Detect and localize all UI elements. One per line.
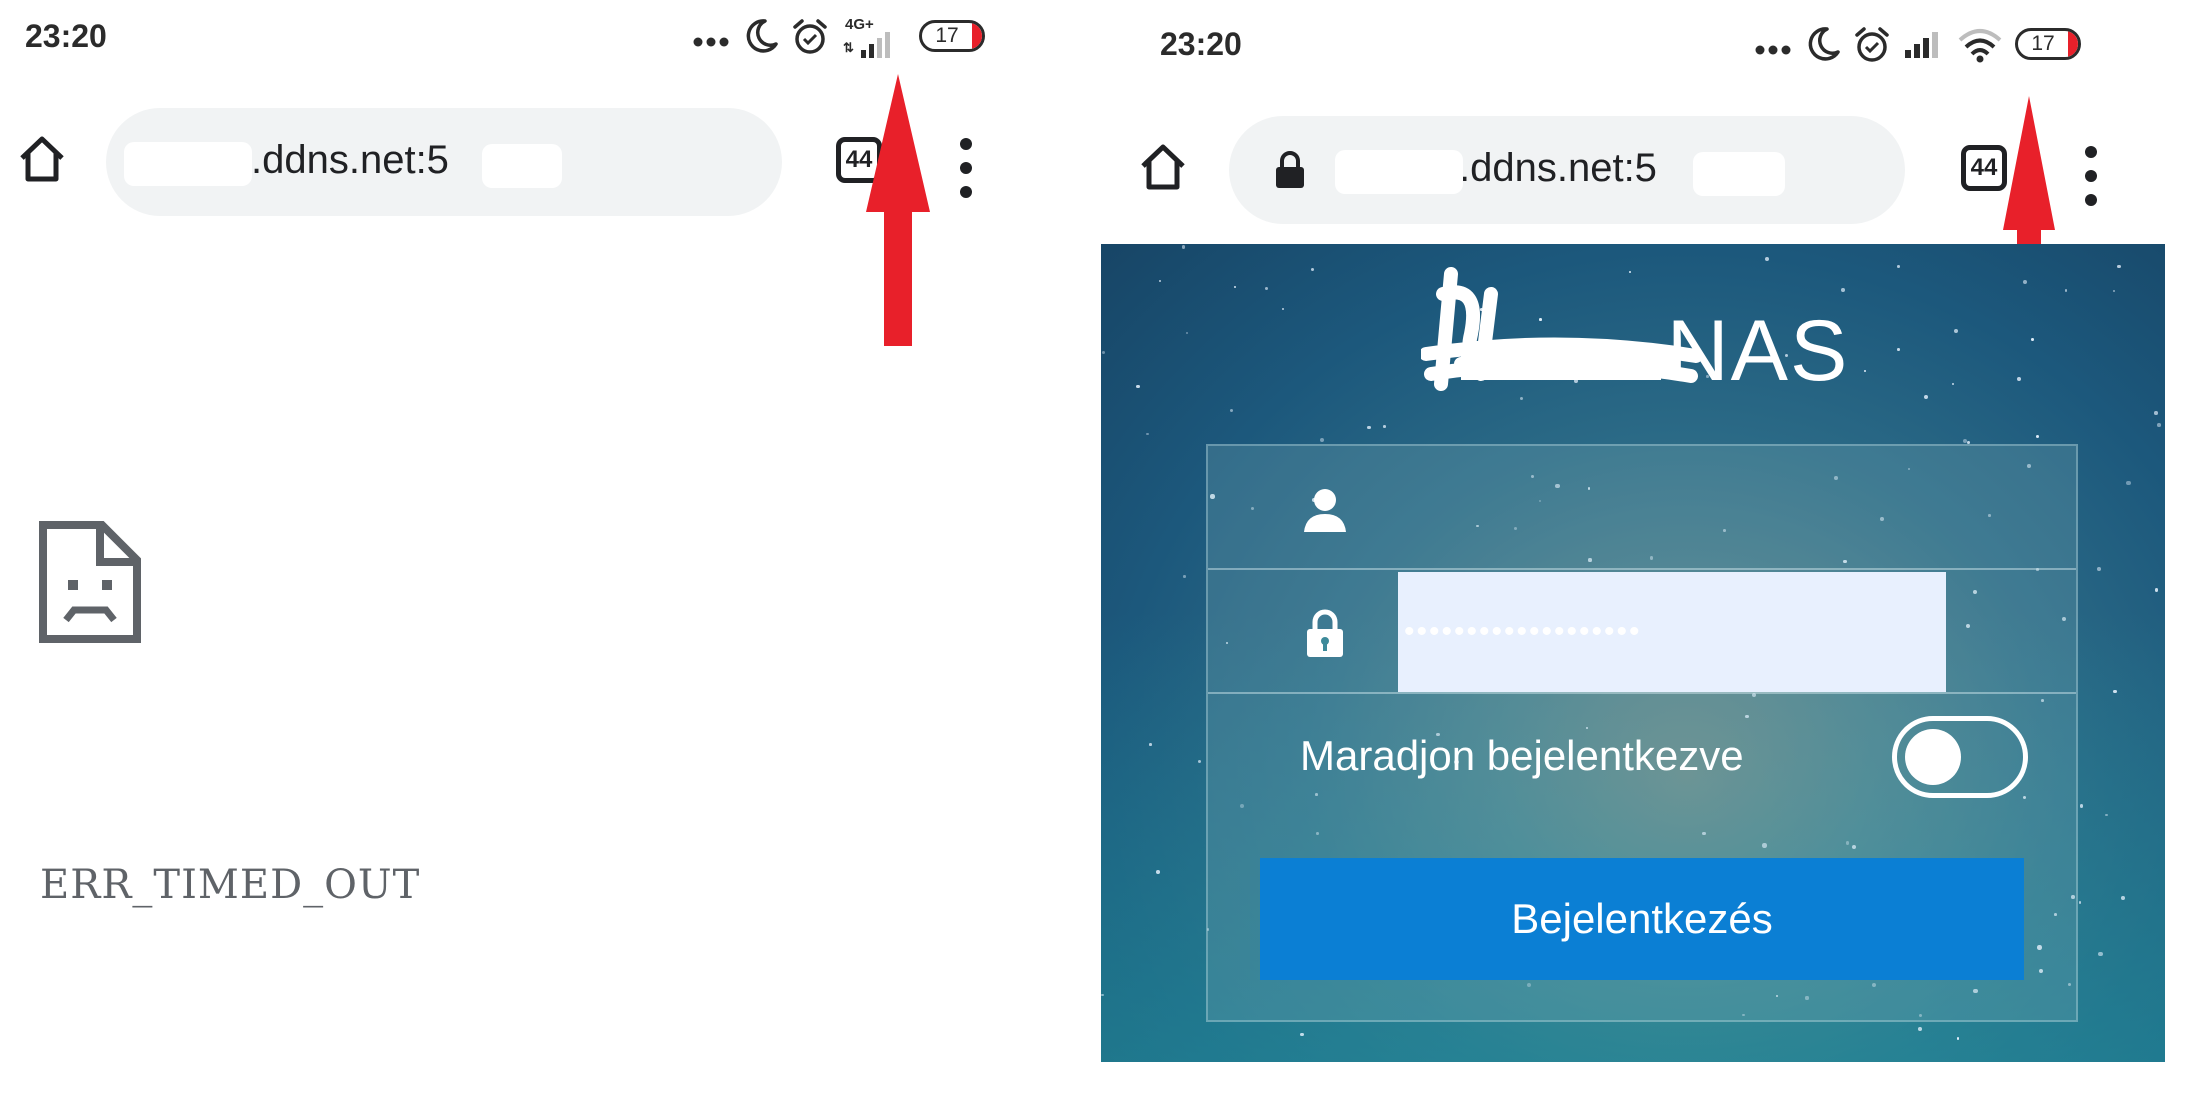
cellular-signal-icon xyxy=(1905,32,1938,58)
star xyxy=(1265,287,1269,291)
star xyxy=(1146,432,1149,436)
url-text[interactable]: .ddns.net:5 xyxy=(1459,146,1657,191)
redaction-scribble xyxy=(1421,267,1701,391)
remember-me-label: Maradjon bejelentkezve xyxy=(1300,732,1744,779)
moon-icon xyxy=(746,19,778,53)
status-bar: 23:20 17 xyxy=(1093,0,2185,72)
star xyxy=(2126,480,2131,486)
padlock-icon xyxy=(1300,606,1350,660)
battery-fill xyxy=(2068,31,2078,57)
more-dots-icon xyxy=(693,37,729,47)
star xyxy=(2096,566,2101,571)
password-input[interactable]: ••••••••••••••••••• xyxy=(1398,572,1946,692)
redaction-mark xyxy=(1693,152,1785,196)
star xyxy=(1181,245,1186,249)
omnibox[interactable]: .ddns.net:5 xyxy=(106,108,782,216)
tab-switcher-button[interactable]: 44 xyxy=(1961,145,2007,191)
username-row[interactable] xyxy=(1208,446,2076,570)
more-vert-icon[interactable] xyxy=(2081,146,2101,206)
user-icon xyxy=(1300,482,1350,536)
star xyxy=(2079,804,2084,809)
star xyxy=(2113,289,2116,293)
omnibox[interactable]: .ddns.net:5 xyxy=(1229,116,1905,224)
right-screenshot: 23:20 17 .ddns.net:5 44 NAS ••••••••••••… xyxy=(1093,0,2185,1103)
star xyxy=(1229,409,1233,413)
star xyxy=(1101,993,1104,997)
svg-text:⇅: ⇅ xyxy=(843,40,854,55)
star xyxy=(2154,587,2159,592)
tab-count: 44 xyxy=(1970,154,1998,181)
star xyxy=(1159,280,1162,283)
more-vert-icon[interactable] xyxy=(956,138,976,198)
star xyxy=(1917,1027,1922,1031)
star xyxy=(1896,265,1900,268)
remember-me-toggle[interactable] xyxy=(1892,716,2028,798)
home-button[interactable] xyxy=(12,128,72,188)
login-card: ••••••••••••••••••• Maradjon bejelentkez… xyxy=(1206,444,2078,1022)
red-arrow-annotation xyxy=(866,74,930,346)
status-icons: 17 xyxy=(1755,24,2185,64)
battery-level: 17 xyxy=(935,24,959,47)
star xyxy=(2105,813,2108,817)
battery-level: 17 xyxy=(2031,32,2055,55)
redaction-mark xyxy=(482,144,562,188)
alarm-icon xyxy=(1855,27,1889,62)
star xyxy=(1765,256,1770,261)
star xyxy=(2121,895,2125,900)
battery-icon: 17 xyxy=(919,20,985,52)
battery-fill xyxy=(972,23,982,49)
star xyxy=(2036,435,2039,439)
left-screenshot: 23:20 4G+ ⇅ 17 .ddns.net:5 44 ERR_TIMED_… xyxy=(0,0,1093,1103)
star xyxy=(1233,286,1236,289)
username-input[interactable] xyxy=(1398,466,1946,550)
star xyxy=(2064,288,2068,292)
status-time: 23:20 xyxy=(25,18,107,54)
battery-icon: 17 xyxy=(2015,28,2081,60)
more-dots-icon xyxy=(1755,45,1791,55)
star xyxy=(1300,1032,1304,1036)
star xyxy=(1366,425,1371,430)
star xyxy=(1311,268,1315,272)
password-mask: ••••••••••••••••••• xyxy=(1404,615,1642,648)
star xyxy=(2078,901,2082,904)
star xyxy=(1320,437,1325,442)
star xyxy=(2117,264,2122,269)
login-button[interactable]: Bejelentkezés xyxy=(1260,858,2024,980)
star xyxy=(2153,411,2158,415)
status-bar: 23:20 4G+ ⇅ 17 xyxy=(0,0,1093,72)
moon-icon xyxy=(1808,27,1840,61)
nas-login-page: NAS ••••••••••••••••••• Maradjon bejelen… xyxy=(1101,244,2165,1062)
sad-document-icon xyxy=(39,521,141,643)
wifi-icon xyxy=(1958,29,2002,63)
cellular-signal-icon: ⇅ xyxy=(843,32,890,58)
star xyxy=(1962,438,1967,444)
redaction-mark xyxy=(1335,150,1463,194)
star xyxy=(1149,743,1152,746)
redaction-mark xyxy=(124,142,252,186)
status-icons: 4G+ ⇅ 17 xyxy=(693,16,1093,58)
error-code: ERR_TIMED_OUT xyxy=(40,862,421,908)
star xyxy=(1383,425,1386,428)
home-button[interactable] xyxy=(1133,136,1193,196)
url-text[interactable]: .ddns.net:5 xyxy=(251,138,449,183)
status-time: 23:20 xyxy=(1160,26,1242,62)
password-row[interactable]: ••••••••••••••••••• xyxy=(1208,570,2076,694)
home-icon xyxy=(1141,144,1185,190)
alarm-icon xyxy=(793,19,827,54)
star xyxy=(2022,280,2027,285)
lock-icon xyxy=(1276,151,1304,188)
toggle-knob xyxy=(1905,729,1961,785)
star xyxy=(2156,423,2161,427)
star xyxy=(1840,287,1845,292)
home-icon xyxy=(20,136,64,182)
star xyxy=(1183,575,1186,578)
star xyxy=(2098,951,2103,957)
